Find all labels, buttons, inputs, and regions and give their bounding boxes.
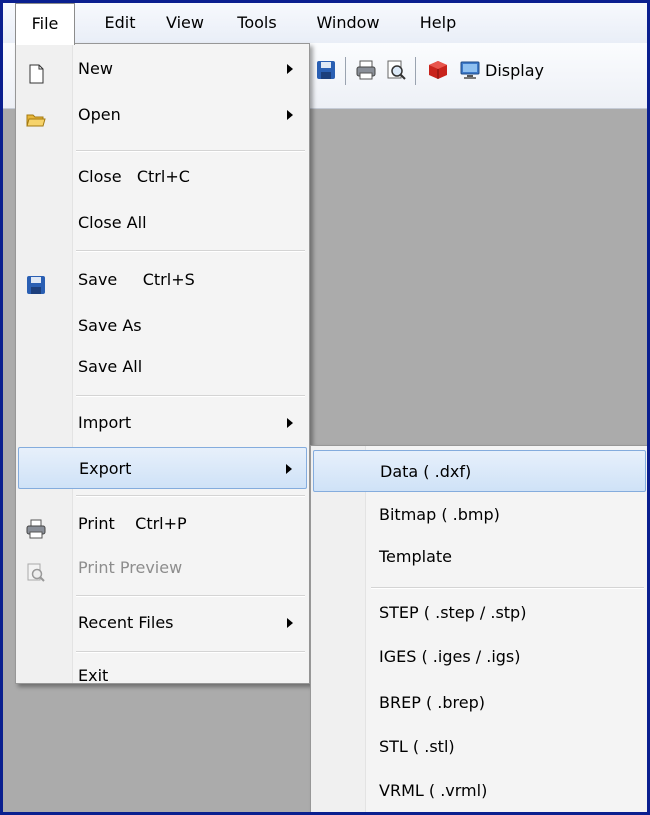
folder-icon: [26, 104, 46, 127]
menu-item-close-all[interactable]: Close All: [18, 202, 307, 244]
menu-item-close[interactable]: Close Ctrl+C: [18, 156, 307, 198]
export-item-vrml[interactable]: VRML ( .vrml): [313, 770, 646, 812]
export-item-iges[interactable]: IGES ( .iges / .igs): [313, 636, 646, 678]
menu-item-import[interactable]: Import: [18, 402, 307, 444]
menu-item-new[interactable]: New: [18, 48, 307, 90]
export-item-bitmap[interactable]: Bitmap ( .bmp): [313, 494, 646, 536]
submenu-arrow-icon: [287, 418, 293, 428]
print-shortcut: Ctrl+P: [135, 514, 187, 533]
toolbar-separator: [415, 57, 416, 85]
menu-view[interactable]: View: [155, 3, 215, 43]
submenu-arrow-icon: [287, 64, 293, 74]
display-button-label[interactable]: Display: [485, 57, 544, 85]
menu-item-export[interactable]: Export: [18, 447, 307, 489]
export-item-data[interactable]: Data ( .dxf): [313, 450, 646, 492]
file-menu: New Open Close Ctrl+C Close All Save Ctr…: [15, 43, 310, 685]
close-label: Close: [78, 167, 122, 186]
menu-bar: File Edit View Tools Window Help: [3, 3, 647, 45]
save-icon[interactable]: [315, 59, 337, 81]
toolbar-separator: [345, 57, 346, 85]
menu-separator: [371, 587, 644, 589]
menu-edit[interactable]: Edit: [95, 3, 145, 43]
save-icon: [26, 269, 46, 294]
export-item-brep[interactable]: BREP ( .brep): [313, 682, 646, 724]
export-item-stl[interactable]: STL ( .stl): [313, 726, 646, 768]
export-item-template[interactable]: Template: [313, 536, 646, 578]
close-shortcut: Ctrl+C: [136, 167, 190, 186]
menu-item-save-all[interactable]: Save All: [18, 346, 307, 388]
display-icon[interactable]: [459, 59, 481, 81]
menu-separator: [76, 595, 305, 597]
printer-icon[interactable]: [355, 59, 377, 81]
3d-cube-icon[interactable]: [427, 59, 449, 81]
menu-help[interactable]: Help: [403, 3, 473, 43]
menu-item-print[interactable]: Print Ctrl+P: [18, 503, 307, 545]
application-window: File Edit View Tools Window Help Display: [0, 0, 650, 815]
save-shortcut: Ctrl+S: [142, 270, 195, 289]
new-document-icon: [26, 58, 46, 84]
menu-separator: [76, 495, 305, 497]
submenu-arrow-icon: [287, 110, 293, 120]
print-preview-icon[interactable]: [385, 59, 407, 81]
menu-item-exit[interactable]: Exit: [18, 630, 307, 685]
save-label: Save: [78, 270, 118, 289]
menu-window[interactable]: Window: [303, 3, 393, 43]
print-label: Print: [78, 514, 115, 533]
printer-icon: [26, 513, 46, 539]
menu-item-open[interactable]: Open: [18, 94, 307, 136]
menu-file[interactable]: File: [15, 3, 75, 45]
submenu-arrow-icon: [287, 618, 293, 628]
menu-separator: [76, 250, 305, 252]
export-item-step[interactable]: STEP ( .step / .stp): [313, 592, 646, 634]
menu-item-save-as[interactable]: Save As: [18, 305, 307, 347]
menu-item-save[interactable]: Save Ctrl+S: [18, 259, 307, 301]
menu-tools[interactable]: Tools: [225, 3, 289, 43]
menu-separator: [76, 150, 305, 152]
submenu-arrow-icon: [286, 464, 292, 474]
export-submenu: Data ( .dxf) Bitmap ( .bmp) Template STE…: [310, 445, 647, 812]
menu-separator: [76, 395, 305, 397]
menu-item-print-preview[interactable]: Print Preview: [18, 547, 307, 589]
print-preview-icon: [26, 557, 46, 582]
